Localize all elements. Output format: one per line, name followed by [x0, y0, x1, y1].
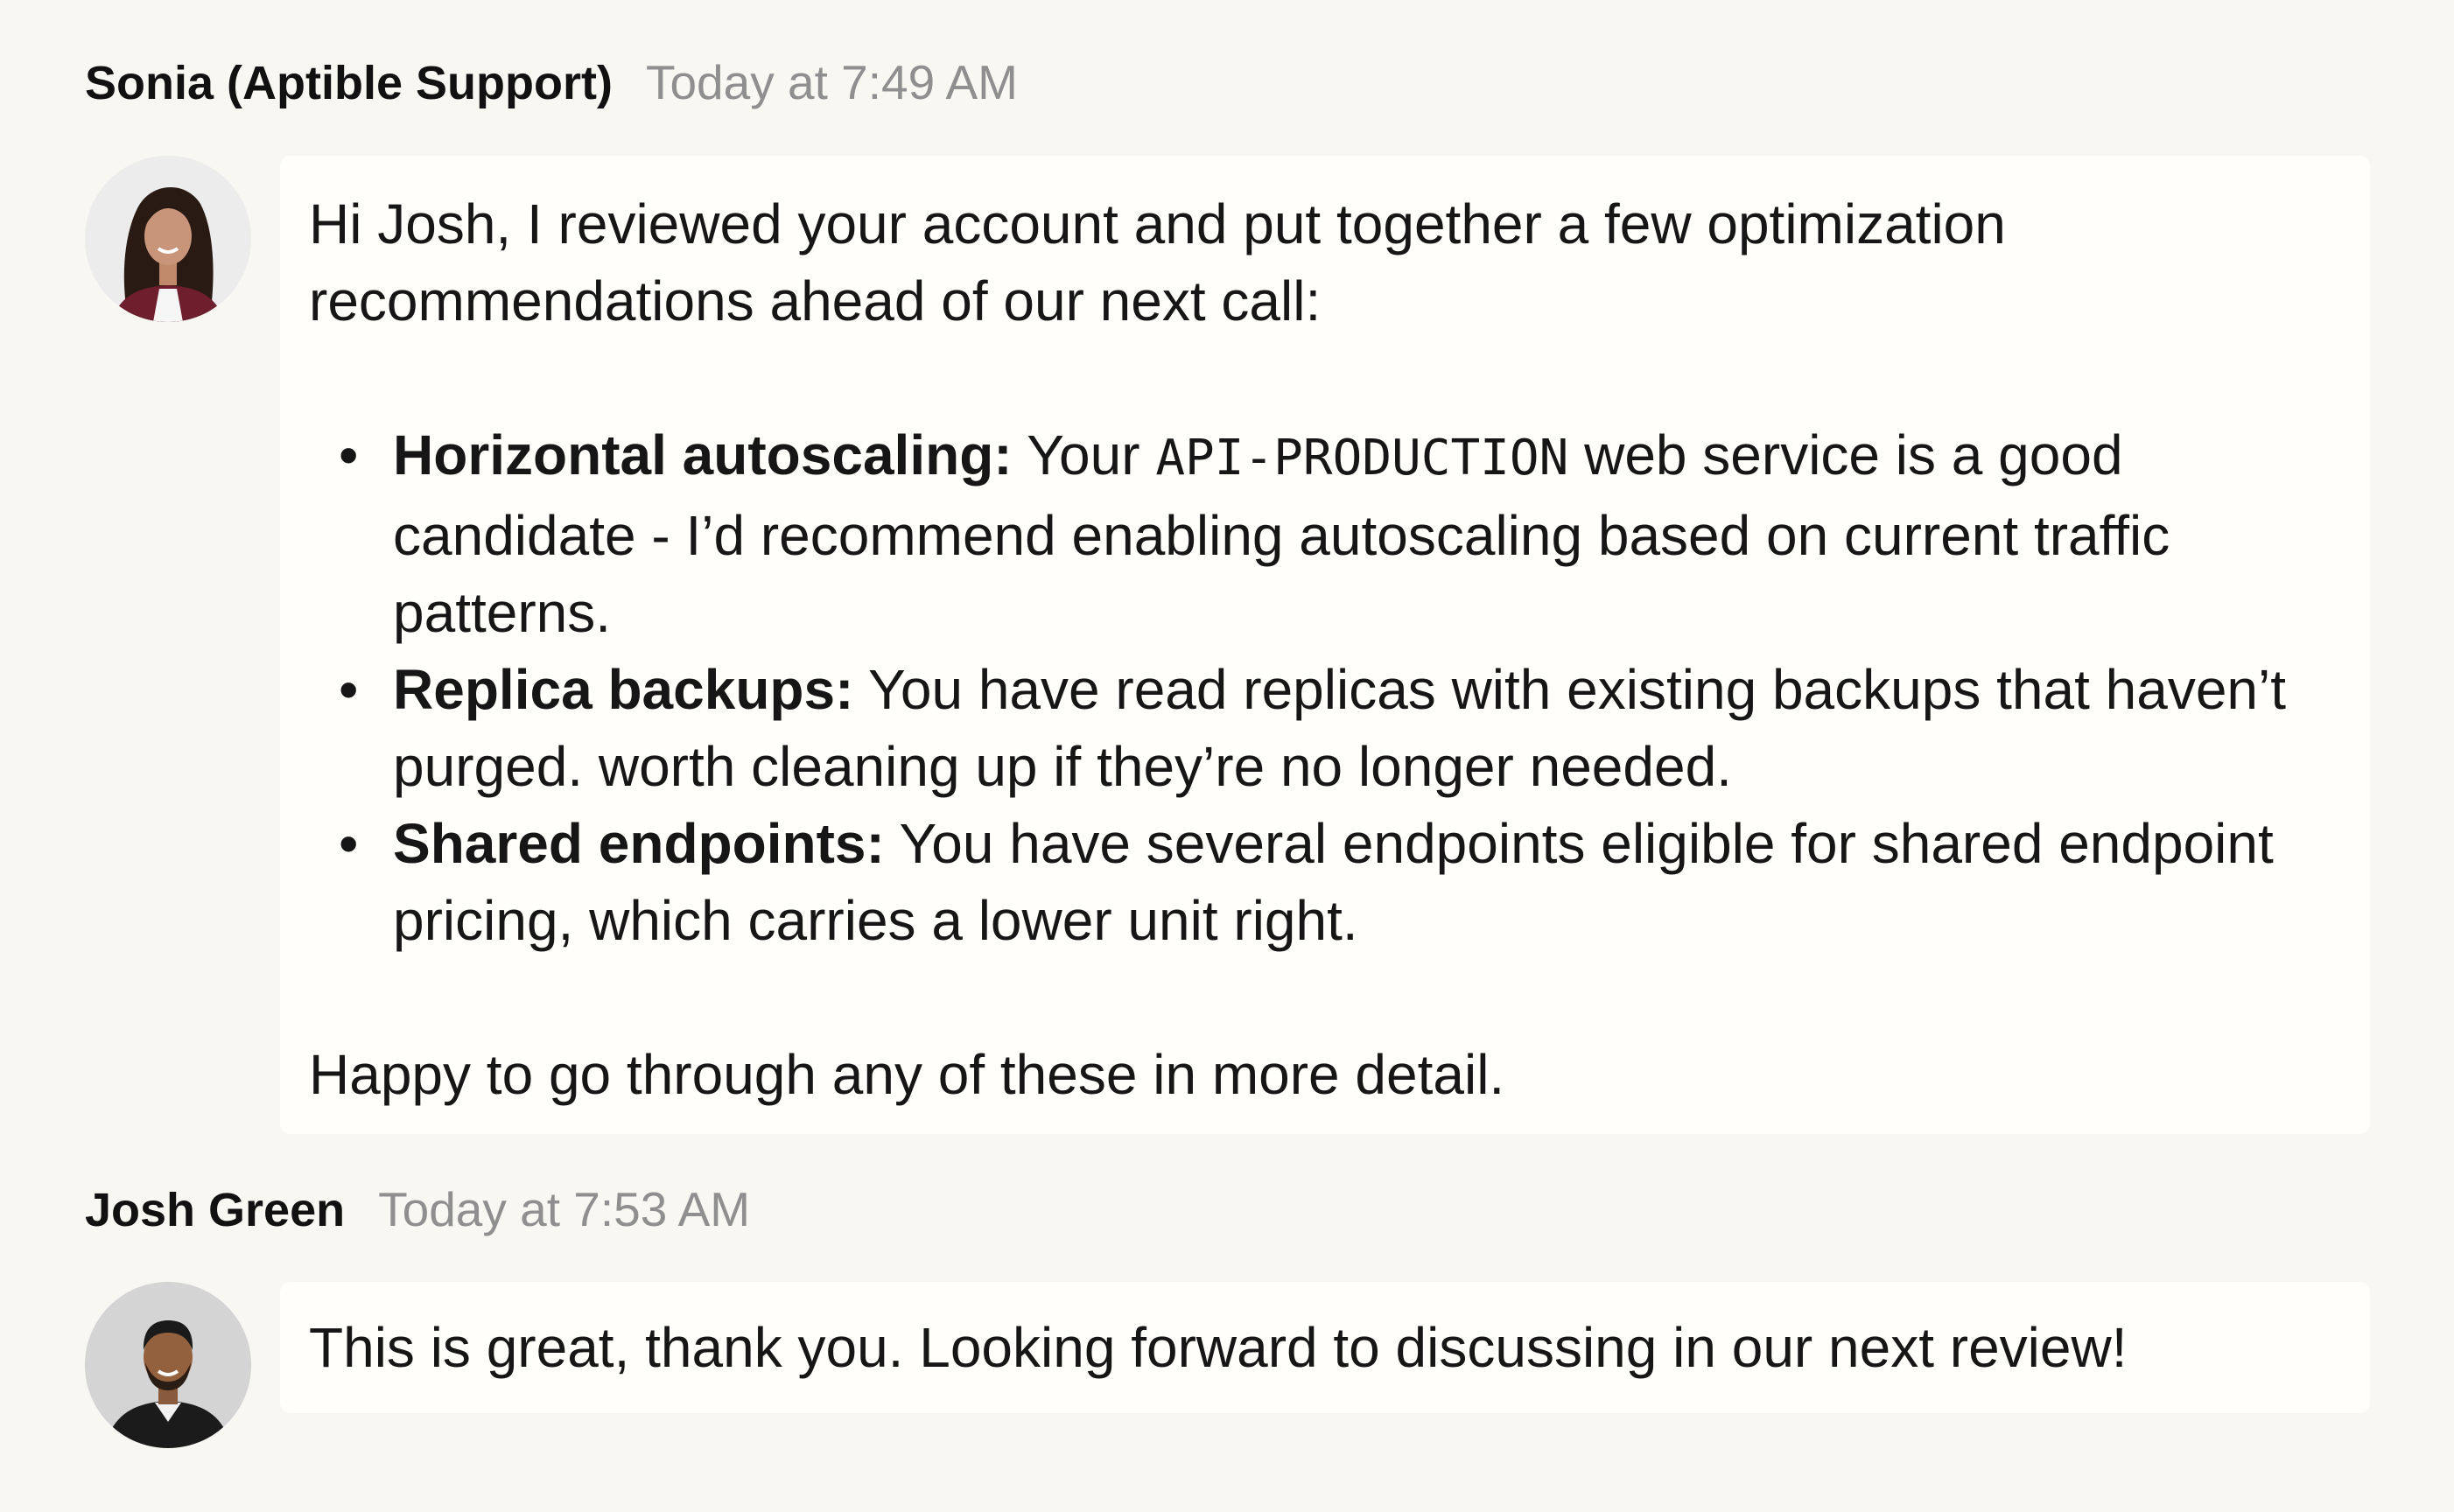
message-intro: Hi Josh, I reviewed your account and put…: [309, 192, 2006, 332]
message-bubble: Hi Josh, I reviewed your account and put…: [280, 156, 2370, 1134]
author-name[interactable]: Josh Green: [85, 1183, 345, 1237]
avatar-photo-woman: [85, 156, 251, 322]
message-header: Sonia (Aptible Support) Today at 7:49 AM: [85, 54, 1018, 110]
list-item: • Replica backups: You have read replica…: [309, 651, 2335, 805]
message-text: This is great, thank you. Looking forwar…: [309, 1316, 2128, 1379]
message-header: Josh Green Today at 7:53 AM: [85, 1181, 750, 1237]
bullet-title: Horizontal autoscaling:: [393, 424, 1013, 486]
bullet-point: •: [339, 658, 359, 721]
avatar[interactable]: [85, 156, 251, 322]
recommendation-list: • Horizontal autoscaling: Your API-PRODU…: [309, 416, 2335, 959]
message-outro: Happy to go through any of these in more…: [309, 1043, 1505, 1106]
bullet-text: Your: [1012, 424, 1156, 486]
author-name[interactable]: Sonia (Aptible Support): [85, 56, 613, 110]
message-timestamp[interactable]: Today at 7:49 AM: [646, 54, 1018, 110]
message-timestamp[interactable]: Today at 7:53 AM: [378, 1181, 750, 1237]
list-item: • Horizontal autoscaling: Your API-PRODU…: [309, 416, 2335, 651]
list-item: • Shared endpoints: You have several end…: [309, 805, 2335, 959]
avatar-photo-man: [85, 1282, 251, 1448]
avatar[interactable]: [85, 1282, 251, 1448]
bullet-title: Shared endpoints:: [393, 812, 885, 875]
bullet-point: •: [339, 812, 359, 875]
service-code: API-PRODUCTION: [1155, 430, 1569, 486]
message-bubble: This is great, thank you. Looking forwar…: [280, 1282, 2370, 1413]
bullet-point: •: [339, 424, 359, 486]
bullet-title: Replica backups:: [393, 658, 854, 721]
